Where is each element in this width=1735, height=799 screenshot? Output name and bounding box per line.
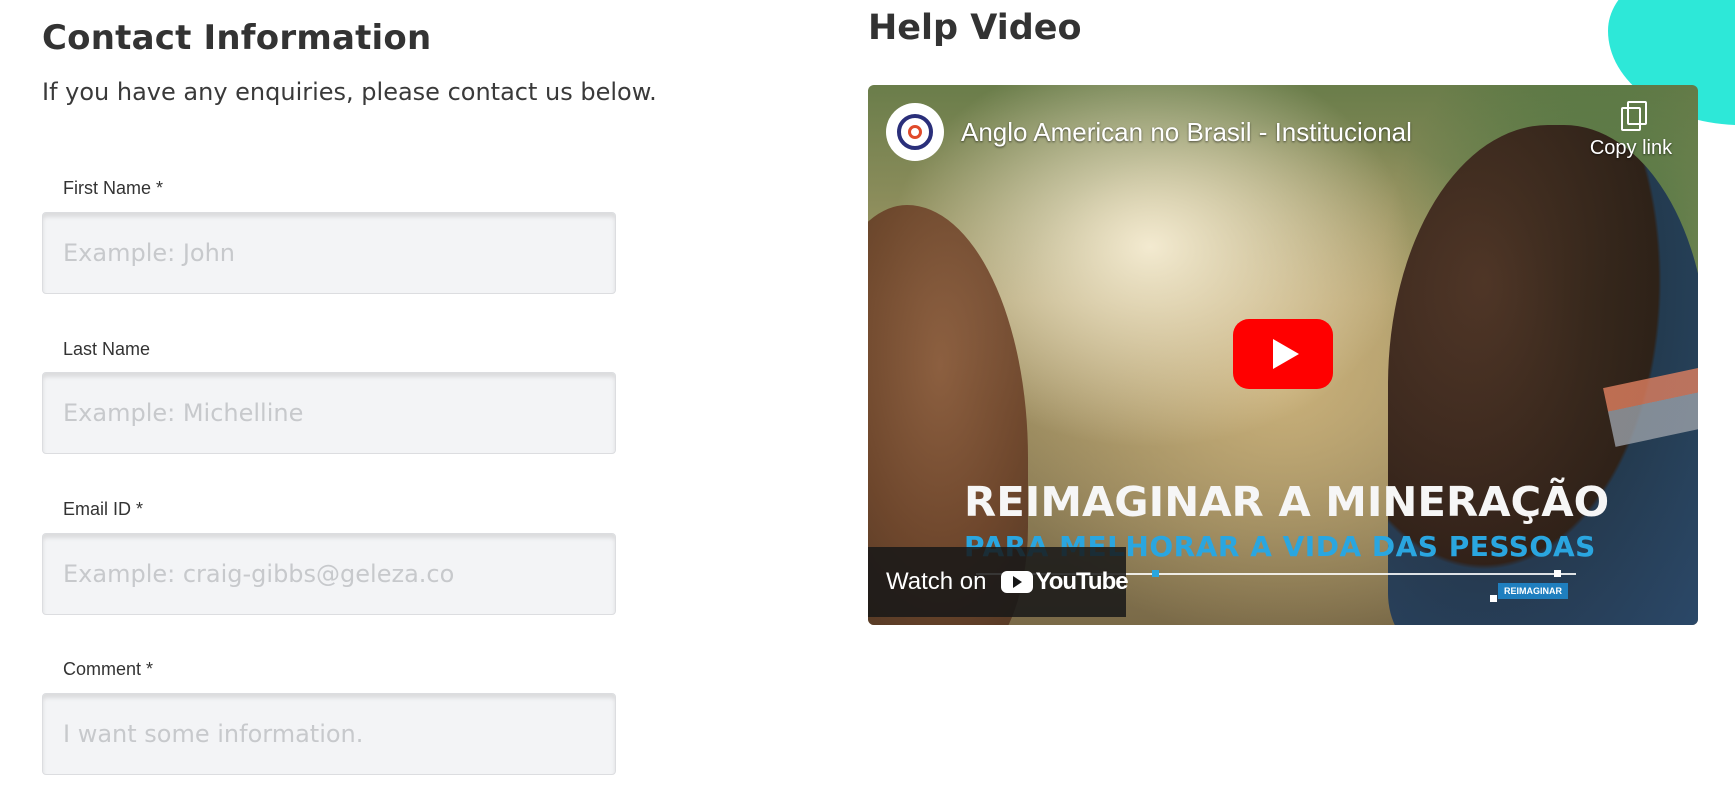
video-overlay-dot — [1152, 570, 1159, 577]
copy-link-button[interactable]: Copy link — [1576, 101, 1686, 160]
play-button[interactable] — [1233, 319, 1333, 389]
video-overlay-badge: REIMAGINAR — [1498, 583, 1568, 599]
video-title[interactable]: Anglo American no Brasil - Institucional — [961, 117, 1412, 148]
video-player[interactable]: Anglo American no Brasil - Institucional… — [868, 85, 1698, 625]
last-name-field[interactable] — [42, 372, 616, 454]
video-overlay-corner — [1490, 595, 1497, 602]
play-icon — [1273, 339, 1299, 369]
watch-on-youtube-button[interactable]: Watch on YouTube — [868, 547, 1129, 617]
first-name-field[interactable] — [42, 212, 616, 294]
email-field[interactable] — [42, 533, 616, 615]
comment-label: Comment * — [63, 659, 154, 679]
comment-field[interactable] — [42, 693, 616, 775]
copy-icon — [1621, 101, 1647, 131]
copy-link-label: Copy link — [1589, 137, 1673, 159]
help-video-title: Help Video — [868, 8, 1082, 48]
youtube-logo-icon: YouTube — [1000, 568, 1129, 596]
contact-title: Contact Information — [42, 18, 432, 58]
video-overlay-headline: REIMAGINAR A MINERAÇÃO — [964, 478, 1610, 526]
video-overlay-corner — [1554, 570, 1561, 577]
first-name-label: First Name * — [63, 178, 164, 198]
last-name-label: Last Name — [63, 339, 151, 359]
watch-on-label: Watch on — [886, 568, 987, 595]
email-label: Email ID * — [63, 499, 144, 519]
youtube-logo-text: YouTube — [1035, 568, 1129, 595]
contact-subtitle: If you have any enquiries, please contac… — [42, 78, 657, 106]
channel-logo-icon[interactable] — [886, 103, 944, 161]
